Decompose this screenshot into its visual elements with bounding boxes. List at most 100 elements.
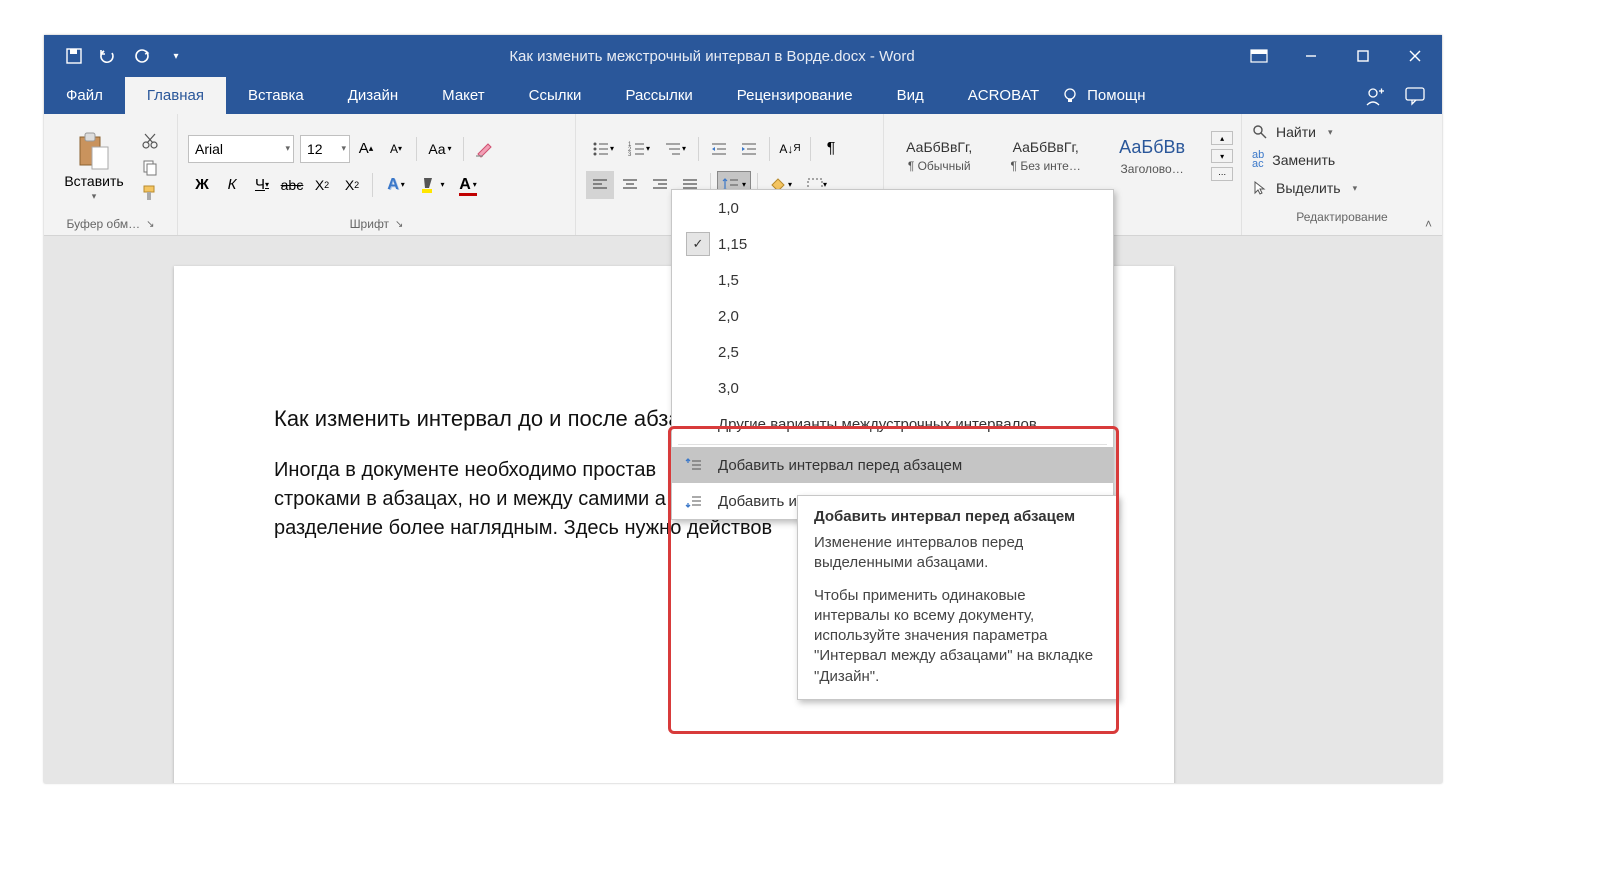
- numbering-button[interactable]: 123▾: [622, 135, 656, 163]
- tell-me-label: Помощн: [1087, 87, 1145, 104]
- spacing-2-5[interactable]: 2,5: [672, 334, 1113, 370]
- cursor-icon: [1252, 180, 1268, 196]
- decrease-indent-button[interactable]: [705, 135, 733, 163]
- tab-mailings[interactable]: Рассылки: [603, 77, 714, 114]
- document-title: Как изменить межстрочный интервал в Ворд…: [190, 48, 1234, 65]
- style-caption: Заголово…: [1121, 162, 1184, 176]
- close-button[interactable]: [1390, 35, 1440, 77]
- highlight-button[interactable]: ▾: [415, 171, 449, 199]
- find-button[interactable]: Найти ▾: [1252, 120, 1432, 144]
- save-button[interactable]: [60, 42, 88, 70]
- italic-button[interactable]: К: [218, 171, 246, 199]
- spacing-options[interactable]: Другие варианты междустрочных интервалов…: [672, 406, 1113, 442]
- doc-body-text: разделение более наглядным. Здесь нужно …: [274, 517, 772, 539]
- tooltip-text: Изменение интервалов перед выделенными а…: [814, 533, 1102, 574]
- tab-home[interactable]: Главная: [125, 77, 226, 114]
- collapse-ribbon-button[interactable]: ˄: [1425, 217, 1432, 231]
- font-name-value: Arial: [195, 141, 223, 157]
- cut-button[interactable]: [138, 131, 162, 151]
- paste-button[interactable]: Вставить ▾: [54, 123, 134, 211]
- redo-button[interactable]: [128, 42, 156, 70]
- tell-me-search[interactable]: Помощн: [1061, 77, 1145, 114]
- tab-review[interactable]: Рецензирование: [715, 77, 875, 114]
- tooltip: Добавить интервал перед абзацем Изменени…: [797, 495, 1119, 700]
- style-sample: АаБбВвГг,: [1013, 139, 1079, 155]
- find-label: Найти: [1276, 124, 1316, 140]
- group-font: Arial▾ 12▾ A▴ A▾ Aa▾ Ж К Ч ▾ abє: [178, 114, 576, 235]
- spacing-1-15[interactable]: 1,15: [672, 226, 1113, 262]
- tab-design[interactable]: Дизайн: [326, 77, 420, 114]
- style-heading1[interactable]: АаБбВв Заголово…: [1105, 120, 1199, 192]
- styles-more[interactable]: ▴▾⋯: [1211, 131, 1233, 181]
- change-case-button[interactable]: Aa▾: [423, 135, 457, 163]
- tab-insert[interactable]: Вставка: [226, 77, 326, 114]
- copy-button[interactable]: [138, 157, 162, 177]
- tab-view[interactable]: Вид: [875, 77, 946, 114]
- add-space-before-label: Добавить интервал перед абзацем: [718, 457, 962, 474]
- clear-formatting-button[interactable]: [470, 135, 498, 163]
- spacing-1-5[interactable]: 1,5: [672, 262, 1113, 298]
- bold-button[interactable]: Ж: [188, 171, 216, 199]
- group-editing: Найти ▾ abac Заменить Выделить ▾ Редакти…: [1242, 114, 1442, 235]
- font-name-combo[interactable]: Arial▾: [188, 135, 294, 163]
- spacing-1-0[interactable]: 1,0: [672, 190, 1113, 226]
- style-caption: ¶ Без инте…: [1011, 159, 1081, 173]
- group-clipboard-label: Буфер обм…: [67, 217, 141, 231]
- tab-acrobat[interactable]: ACROBAT: [946, 77, 1061, 114]
- titlebar: ▾ Как изменить межстрочный интервал в Во…: [44, 35, 1442, 77]
- subscript-button[interactable]: X2: [308, 171, 336, 199]
- ribbon-options-button[interactable]: [1234, 35, 1284, 77]
- tooltip-title: Добавить интервал перед абзацем: [814, 508, 1102, 525]
- spacing-2-0[interactable]: 2,0: [672, 298, 1113, 334]
- undo-button[interactable]: [94, 42, 122, 70]
- style-sample: АаБбВвГг,: [906, 139, 972, 155]
- bullets-button[interactable]: ▾: [586, 135, 620, 163]
- line-spacing-dropdown: 1,0 1,15 1,5 2,0 2,5 3,0 Другие варианты…: [671, 189, 1114, 520]
- spacing-3-0[interactable]: 3,0: [672, 370, 1113, 406]
- add-space-before[interactable]: Добавить интервал перед абзацем: [672, 447, 1113, 483]
- tooltip-text: Чтобы применить одинаковые интервалы ко …: [814, 586, 1102, 687]
- underline-button[interactable]: Ч ▾: [248, 171, 276, 199]
- grow-font-button[interactable]: A▴: [352, 135, 380, 163]
- replace-button[interactable]: abac Заменить: [1252, 148, 1432, 172]
- replace-icon: abac: [1252, 151, 1264, 169]
- minimize-button[interactable]: [1286, 35, 1336, 77]
- select-button[interactable]: Выделить ▾: [1252, 176, 1432, 200]
- group-editing-label: Редактирование: [1296, 210, 1387, 224]
- clipboard-dialog-launcher[interactable]: ↘: [146, 219, 154, 230]
- align-center-button[interactable]: [616, 171, 644, 199]
- share-button[interactable]: [1364, 85, 1386, 107]
- space-after-icon: [682, 493, 706, 509]
- superscript-button[interactable]: X2: [338, 171, 366, 199]
- font-size-combo[interactable]: 12▾: [300, 135, 350, 163]
- tab-layout[interactable]: Макет: [420, 77, 506, 114]
- lightbulb-icon: [1061, 87, 1079, 105]
- style-sample: АаБбВв: [1119, 137, 1185, 158]
- show-marks-button[interactable]: ¶: [817, 135, 845, 163]
- select-label: Выделить: [1276, 180, 1341, 196]
- align-right-button[interactable]: [646, 171, 674, 199]
- font-dialog-launcher[interactable]: ↘: [395, 219, 403, 230]
- align-left-button[interactable]: [586, 171, 614, 199]
- svg-text:3: 3: [628, 152, 632, 157]
- strikethrough-button[interactable]: abє: [278, 171, 306, 199]
- increase-indent-button[interactable]: [735, 135, 763, 163]
- multilevel-button[interactable]: ▾: [658, 135, 692, 163]
- format-painter-button[interactable]: [138, 183, 162, 203]
- style-nospacing[interactable]: АаБбВвГг, ¶ Без инте…: [998, 120, 1092, 192]
- sort-button[interactable]: A↓Я: [776, 135, 804, 163]
- comments-button[interactable]: [1404, 86, 1426, 106]
- qat-customize-button[interactable]: ▾: [162, 42, 190, 70]
- group-font-label: Шрифт: [350, 217, 389, 231]
- space-before-icon: [682, 457, 706, 473]
- search-icon: [1252, 124, 1268, 140]
- style-caption: ¶ Обычный: [908, 159, 971, 173]
- shrink-font-button[interactable]: A▾: [382, 135, 410, 163]
- maximize-button[interactable]: [1338, 35, 1388, 77]
- font-color-button[interactable]: A▾: [451, 171, 485, 199]
- paste-label: Вставить: [64, 173, 123, 189]
- tab-references[interactable]: Ссылки: [507, 77, 604, 114]
- tab-file[interactable]: Файл: [44, 77, 125, 114]
- style-normal[interactable]: АаБбВвГг, ¶ Обычный: [892, 120, 986, 192]
- text-effects-button[interactable]: A▾: [379, 171, 413, 199]
